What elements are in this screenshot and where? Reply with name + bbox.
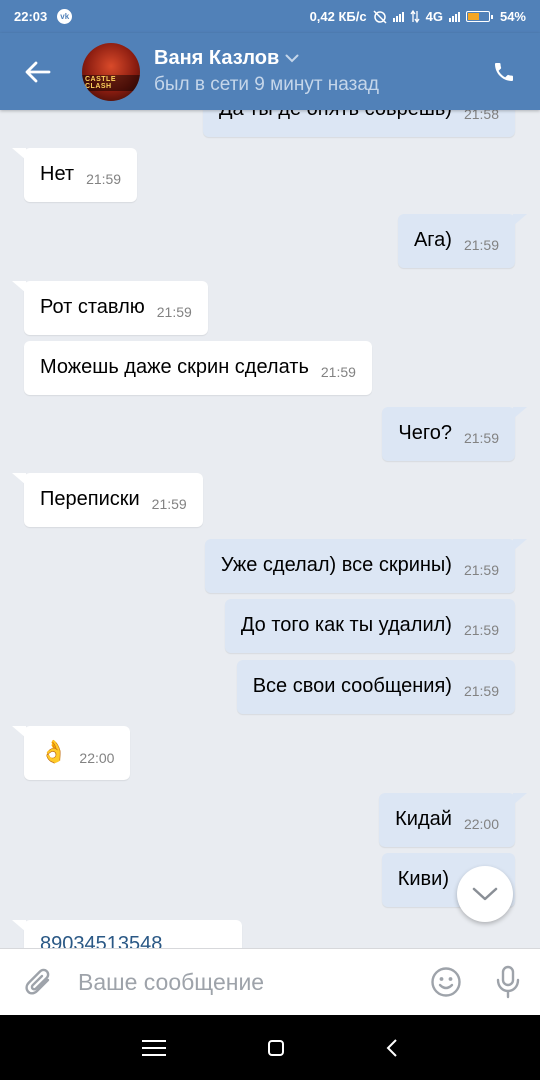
menu-icon[interactable] xyxy=(141,1039,167,1057)
message-time: 21:59 xyxy=(463,622,499,638)
message-time: 21:59 xyxy=(463,430,499,446)
home-square-icon[interactable] xyxy=(267,1039,285,1057)
status-bar: 22:03 vk 0,42 КБ/с 4G 54% xyxy=(0,0,540,33)
back-button[interactable] xyxy=(0,33,76,110)
smiley-icon xyxy=(431,967,461,997)
network-type: 4G xyxy=(425,9,443,24)
message-text: Можешь даже скрин сделать xyxy=(40,356,309,378)
message-outgoing[interactable]: Чего? 21:59 xyxy=(382,407,527,461)
message-text: Ага) xyxy=(413,229,452,251)
message-outgoing[interactable]: Уже сделал) все скрины) 21:59 xyxy=(204,539,528,593)
message-time: 21:59 xyxy=(320,364,356,380)
message-text: Кидай xyxy=(395,808,452,830)
message-incoming[interactable]: Можешь даже скрин сделать 21:59 xyxy=(24,341,372,395)
avatar-logo: CASTLE CLASH xyxy=(82,74,140,91)
network-speed: 0,42 КБ/с xyxy=(309,9,367,24)
message-time: 21:59 xyxy=(156,304,192,320)
alarm-off-icon xyxy=(373,9,387,24)
phone-icon xyxy=(495,62,513,81)
message-time: 21:59 xyxy=(463,237,499,253)
message-incoming[interactable]: Нет 21:59 xyxy=(11,148,138,202)
message-text: Все свои сообщения) xyxy=(252,675,452,697)
clock: 22:03 xyxy=(14,9,48,24)
avatar[interactable]: CASTLE CLASH xyxy=(82,42,140,101)
chevron-down-icon xyxy=(472,887,498,901)
contact-status: был в сети 9 минут назад xyxy=(154,74,380,95)
contact-name: Ваня Казлов xyxy=(154,47,280,69)
message-time: 21:59 xyxy=(151,496,187,512)
contact-info[interactable]: Ваня Казлов был в сети 9 минут назад xyxy=(154,47,379,96)
back-chevron-icon[interactable] xyxy=(385,1038,399,1058)
message-time: 21:59 xyxy=(86,171,122,187)
vk-notification-icon: vk xyxy=(57,9,73,24)
signal-icon xyxy=(392,11,404,22)
message-list[interactable]: Да ты де опять соврешь) 21:58 Нет 21:59 … xyxy=(0,0,540,974)
message-time: 22:00 xyxy=(79,750,115,766)
voice-message-button[interactable] xyxy=(476,965,540,999)
battery-icon xyxy=(465,11,493,22)
call-button[interactable] xyxy=(474,42,534,102)
message-time: 21:59 xyxy=(463,683,499,699)
message-time: 21:59 xyxy=(463,562,499,578)
message-text: Киви) xyxy=(397,868,449,890)
message-outgoing[interactable]: Кидай 22:00 xyxy=(379,793,527,847)
message-text: Переписки xyxy=(40,488,140,510)
message-text: Уже сделал) все скрины) xyxy=(220,554,452,576)
message-text: Нет xyxy=(40,163,75,185)
signal-icon xyxy=(448,11,460,22)
paperclip-icon xyxy=(25,968,50,995)
message-text: Чего? xyxy=(398,422,452,444)
message-incoming[interactable]: Переписки 21:59 xyxy=(12,473,203,527)
battery-percent: 54% xyxy=(499,9,526,24)
message-input[interactable] xyxy=(78,968,416,996)
message-time: 22:00 xyxy=(463,816,499,832)
message-text: До того как ты удалил) xyxy=(240,614,452,636)
system-nav-bar xyxy=(0,1015,540,1080)
attach-button[interactable] xyxy=(0,966,78,998)
compose-bar xyxy=(0,948,540,1015)
data-arrows-icon xyxy=(410,10,420,23)
arrow-left-icon xyxy=(25,61,51,82)
message-incoming[interactable]: 👌 22:00 xyxy=(11,726,131,780)
message-text: Рот ставлю xyxy=(40,296,145,318)
microphone-icon xyxy=(496,965,520,999)
message-outgoing[interactable]: Ага) 21:59 xyxy=(397,214,528,268)
ok-hand-emoji: 👌 xyxy=(40,739,68,764)
message-incoming[interactable]: Рот ставлю 21:59 xyxy=(12,281,208,335)
chat-header: CASTLE CLASH Ваня Казлов был в сети 9 ми… xyxy=(0,33,540,110)
emoji-button[interactable] xyxy=(416,966,476,998)
message-outgoing[interactable]: До того как ты удалил) 21:59 xyxy=(224,599,515,653)
chevron-down-icon xyxy=(285,54,299,63)
scroll-down-button[interactable] xyxy=(457,866,513,922)
message-outgoing[interactable]: Все свои сообщения) 21:59 xyxy=(236,660,515,714)
